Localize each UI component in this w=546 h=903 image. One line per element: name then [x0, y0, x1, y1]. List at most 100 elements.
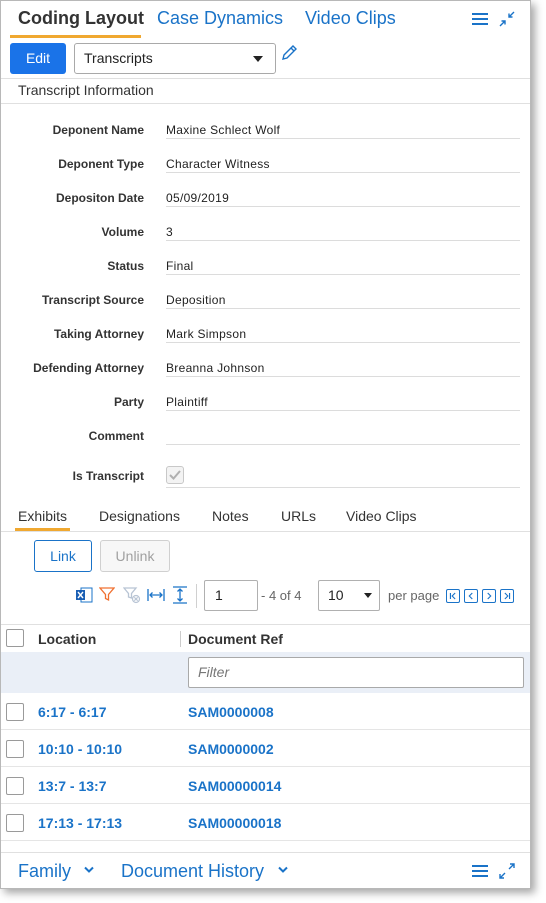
row-checkbox[interactable] [6, 740, 24, 758]
field-label: Deponent Name [52, 123, 144, 137]
page-count-text: - 4 of 4 [261, 588, 302, 603]
tab-family[interactable]: Family [18, 861, 71, 882]
expand-rows-icon[interactable] [171, 586, 189, 604]
first-page-icon[interactable] [446, 589, 460, 603]
is-transcript-checkbox[interactable] [166, 466, 184, 484]
field-value[interactable]: Final [166, 259, 194, 273]
field-label: Comment [88, 429, 144, 443]
document-ref-link[interactable]: SAM00000014 [188, 778, 281, 794]
edit-button[interactable]: Edit [10, 43, 66, 74]
tab-video-clips-sub[interactable]: Video Clips [346, 508, 417, 524]
menu-icon[interactable] [472, 12, 488, 26]
field-underline [166, 240, 520, 241]
layout-select-value: Transcripts [84, 50, 153, 66]
coding-pane: Coding Layout Case Dynamics Video Clips … [0, 0, 531, 889]
field-label: Status [107, 259, 144, 273]
field-label: Deponent Type [58, 157, 144, 171]
field-value[interactable]: Deposition [166, 293, 226, 307]
bottom-tab-bar: Family Document History [1, 852, 530, 888]
section-divider [1, 103, 530, 104]
expand-icon[interactable] [499, 863, 515, 879]
per-page-value: 10 [328, 587, 344, 603]
checkmark-icon [169, 470, 181, 480]
tab-coding-layout[interactable]: Coding Layout [18, 8, 144, 29]
document-ref-link[interactable]: SAM0000008 [188, 704, 274, 720]
field-underline [166, 274, 520, 275]
location-link[interactable]: 10:10 - 10:10 [38, 741, 122, 757]
field-label: Defending Attorney [33, 361, 144, 375]
table-row[interactable]: 17:13 - 17:13 SAM00000018 [1, 804, 530, 841]
field-value[interactable]: Breanna Johnson [166, 361, 265, 375]
column-separator[interactable] [180, 631, 181, 647]
tab-document-history[interactable]: Document History [121, 861, 264, 882]
field-label: Taking Attorney [53, 327, 144, 341]
column-header-document-ref[interactable]: Document Ref [188, 631, 283, 647]
field-underline [166, 206, 520, 207]
fit-columns-icon[interactable] [147, 586, 165, 604]
field-underline [166, 487, 520, 488]
tab-designations[interactable]: Designations [99, 508, 180, 524]
select-all-checkbox[interactable] [6, 629, 24, 647]
field-label: Party [113, 395, 144, 409]
field-underline [166, 308, 520, 309]
toolbar-divider [1, 78, 530, 79]
excel-export-icon[interactable] [75, 586, 93, 604]
next-page-icon[interactable] [482, 589, 496, 603]
field-value[interactable]: Maxine Schlect Wolf [166, 123, 280, 137]
field-value[interactable]: 05/09/2019 [166, 191, 229, 205]
field-underline [166, 342, 520, 343]
row-checkbox[interactable] [6, 814, 24, 832]
tab-case-dynamics[interactable]: Case Dynamics [157, 8, 283, 29]
table-row[interactable]: 13:7 - 13:7 SAM00000014 [1, 767, 530, 804]
unlink-button: Unlink [100, 540, 170, 572]
field-label: Depositon Date [55, 191, 144, 205]
document-ref-filter-input[interactable]: Filter [188, 657, 524, 688]
tab-exhibits[interactable]: Exhibits [18, 508, 67, 524]
field-value[interactable]: Plaintiff [166, 395, 208, 409]
chevron-down-icon [253, 56, 263, 62]
top-tab-bar: Coding Layout Case Dynamics Video Clips [1, 1, 530, 38]
field-value[interactable]: Character Witness [166, 157, 270, 171]
field-underline [166, 410, 520, 411]
location-link[interactable]: 17:13 - 17:13 [38, 815, 122, 831]
field-underline [166, 444, 520, 445]
tab-urls[interactable]: URLs [281, 508, 316, 524]
tab-video-clips[interactable]: Video Clips [305, 8, 396, 29]
per-page-select[interactable]: 10 [318, 580, 380, 611]
chevron-down-icon[interactable] [83, 865, 95, 875]
field-label: Volume [101, 225, 144, 239]
document-ref-link[interactable]: SAM0000002 [188, 741, 274, 757]
link-button[interactable]: Link [34, 540, 92, 572]
document-ref-link[interactable]: SAM00000018 [188, 815, 281, 831]
page-number-input[interactable]: 1 [204, 580, 258, 611]
prev-page-icon[interactable] [464, 589, 478, 603]
tab-notes[interactable]: Notes [212, 508, 249, 524]
pencil-icon[interactable] [280, 44, 298, 62]
field-underline [166, 172, 520, 173]
row-checkbox[interactable] [6, 703, 24, 721]
toolbar-separator [196, 584, 197, 608]
subtab-divider [1, 531, 530, 532]
grid-header: Location Document Ref [1, 624, 530, 652]
chevron-down-icon [364, 593, 372, 598]
row-checkbox[interactable] [6, 777, 24, 795]
filter-row: Filter [1, 652, 530, 693]
column-header-location[interactable]: Location [38, 631, 96, 647]
last-page-icon[interactable] [500, 589, 514, 603]
location-link[interactable]: 13:7 - 13:7 [38, 778, 106, 794]
section-title: Transcript Information [18, 82, 154, 98]
layout-select[interactable]: Transcripts [74, 43, 276, 74]
chevron-down-icon[interactable] [277, 865, 289, 875]
field-underline [166, 138, 520, 139]
field-value[interactable]: 3 [166, 225, 173, 239]
menu-icon[interactable] [472, 864, 488, 878]
field-value[interactable]: Mark Simpson [166, 327, 246, 341]
location-link[interactable]: 6:17 - 6:17 [38, 704, 106, 720]
collapse-icon[interactable] [499, 11, 515, 27]
per-page-label: per page [388, 588, 440, 603]
field-underline [166, 376, 520, 377]
table-row[interactable]: 10:10 - 10:10 SAM0000002 [1, 730, 530, 767]
filter-icon[interactable] [99, 586, 115, 602]
table-row[interactable]: 6:17 - 6:17 SAM0000008 [1, 693, 530, 730]
clear-filter-icon[interactable] [123, 586, 141, 604]
